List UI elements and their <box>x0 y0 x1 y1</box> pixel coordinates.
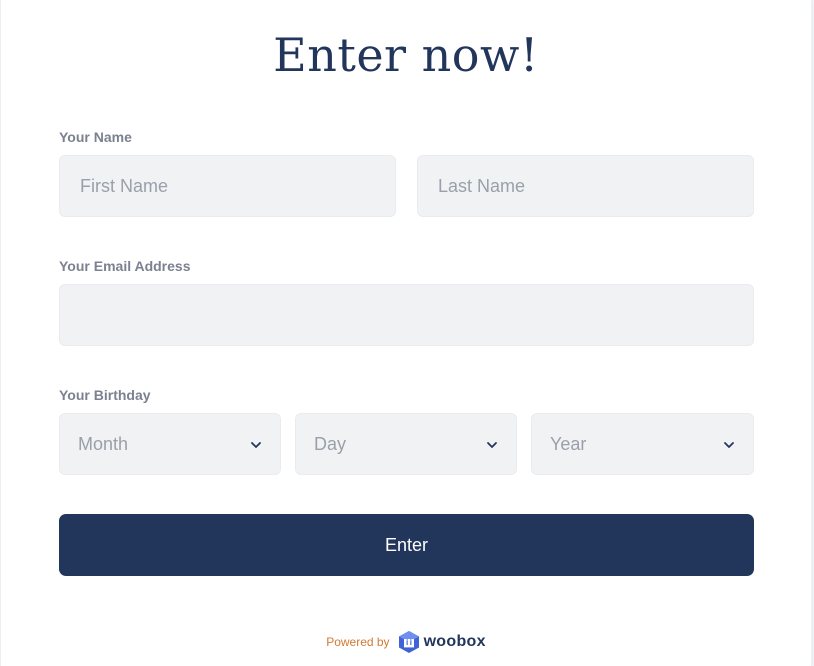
chevron-down-icon <box>724 442 734 448</box>
year-select[interactable]: Year <box>531 413 754 475</box>
woobox-logo-icon <box>398 631 419 653</box>
chevron-down-icon <box>251 442 261 448</box>
email-label: Your Email Address <box>59 258 191 274</box>
month-select[interactable]: Month <box>59 413 281 475</box>
birthday-label: Your Birthday <box>59 387 151 403</box>
chevron-down-icon <box>487 442 497 448</box>
powered-by-footer: Powered by woobox <box>1 630 811 654</box>
first-name-input[interactable] <box>59 155 396 217</box>
page-title: Enter now! <box>273 28 539 82</box>
entry-form-card: Enter now! Your Name Your Email Address … <box>1 0 811 666</box>
email-input[interactable] <box>59 284 754 346</box>
enter-button[interactable]: Enter <box>59 514 754 576</box>
name-label: Your Name <box>59 129 132 145</box>
month-select-value: Month <box>78 433 129 454</box>
woobox-brand-name: woobox <box>423 633 486 650</box>
last-name-input[interactable] <box>417 155 754 217</box>
year-select-value: Year <box>550 433 587 454</box>
day-select-value: Day <box>314 433 347 454</box>
powered-by-text: Powered by <box>326 635 390 649</box>
woobox-brand-link[interactable]: woobox <box>398 630 486 654</box>
day-select[interactable]: Day <box>295 413 517 475</box>
